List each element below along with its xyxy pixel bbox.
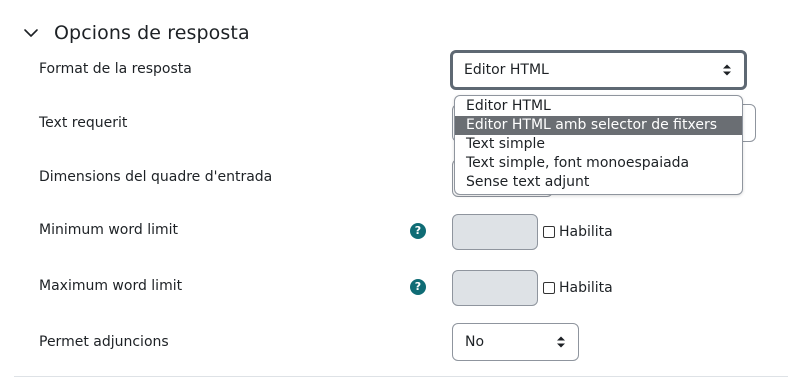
min-word-limit-label: Minimum word limit: [39, 222, 178, 238]
attachments-value: No: [465, 334, 485, 350]
response-format-dropdown[interactable]: Editor HTML Editor HTML amb selector de …: [454, 95, 743, 195]
select-arrows-icon: [722, 63, 732, 77]
max-word-enable-wrap[interactable]: Habilita: [543, 280, 613, 296]
min-word-enable-label[interactable]: Habilita: [559, 224, 613, 240]
min-word-limit-input: [452, 214, 538, 250]
chevron-down-icon[interactable]: [22, 24, 40, 42]
help-icon[interactable]: ?: [410, 279, 426, 295]
select-arrows-icon: [556, 335, 566, 349]
format-label: Format de la resposta: [39, 61, 192, 77]
dropdown-option[interactable]: Editor HTML: [455, 97, 742, 116]
max-word-enable-checkbox[interactable]: [543, 282, 555, 294]
section-title: Opcions de resposta: [54, 22, 250, 44]
min-word-enable-checkbox[interactable]: [543, 226, 555, 238]
attachments-label: Permet adjuncions: [39, 334, 169, 350]
dropdown-option-highlighted[interactable]: Editor HTML amb selector de fitxers: [455, 116, 742, 135]
required-label: Text requerit: [39, 115, 128, 131]
min-word-enable-wrap[interactable]: Habilita: [543, 224, 613, 240]
max-word-enable-label[interactable]: Habilita: [559, 280, 613, 296]
dropdown-option[interactable]: Text simple: [455, 135, 742, 154]
dropdown-option[interactable]: Sense text adjunt: [455, 173, 742, 192]
max-word-limit-label: Maximum word limit: [39, 278, 183, 294]
max-word-limit-input: [452, 270, 538, 306]
response-format-value: Editor HTML: [464, 62, 549, 78]
help-icon[interactable]: ?: [410, 223, 426, 239]
dimensions-label: Dimensions del quadre d'entrada: [39, 169, 273, 185]
dropdown-option[interactable]: Text simple, font monoespaiada: [455, 154, 742, 173]
response-format-select[interactable]: Editor HTML: [450, 50, 747, 90]
attachments-select[interactable]: No: [452, 323, 579, 361]
question-settings-panel: Opcions de resposta Format de la respost…: [0, 0, 788, 378]
section-divider: [14, 376, 788, 377]
section-toggle[interactable]: Opcions de resposta: [22, 18, 250, 48]
